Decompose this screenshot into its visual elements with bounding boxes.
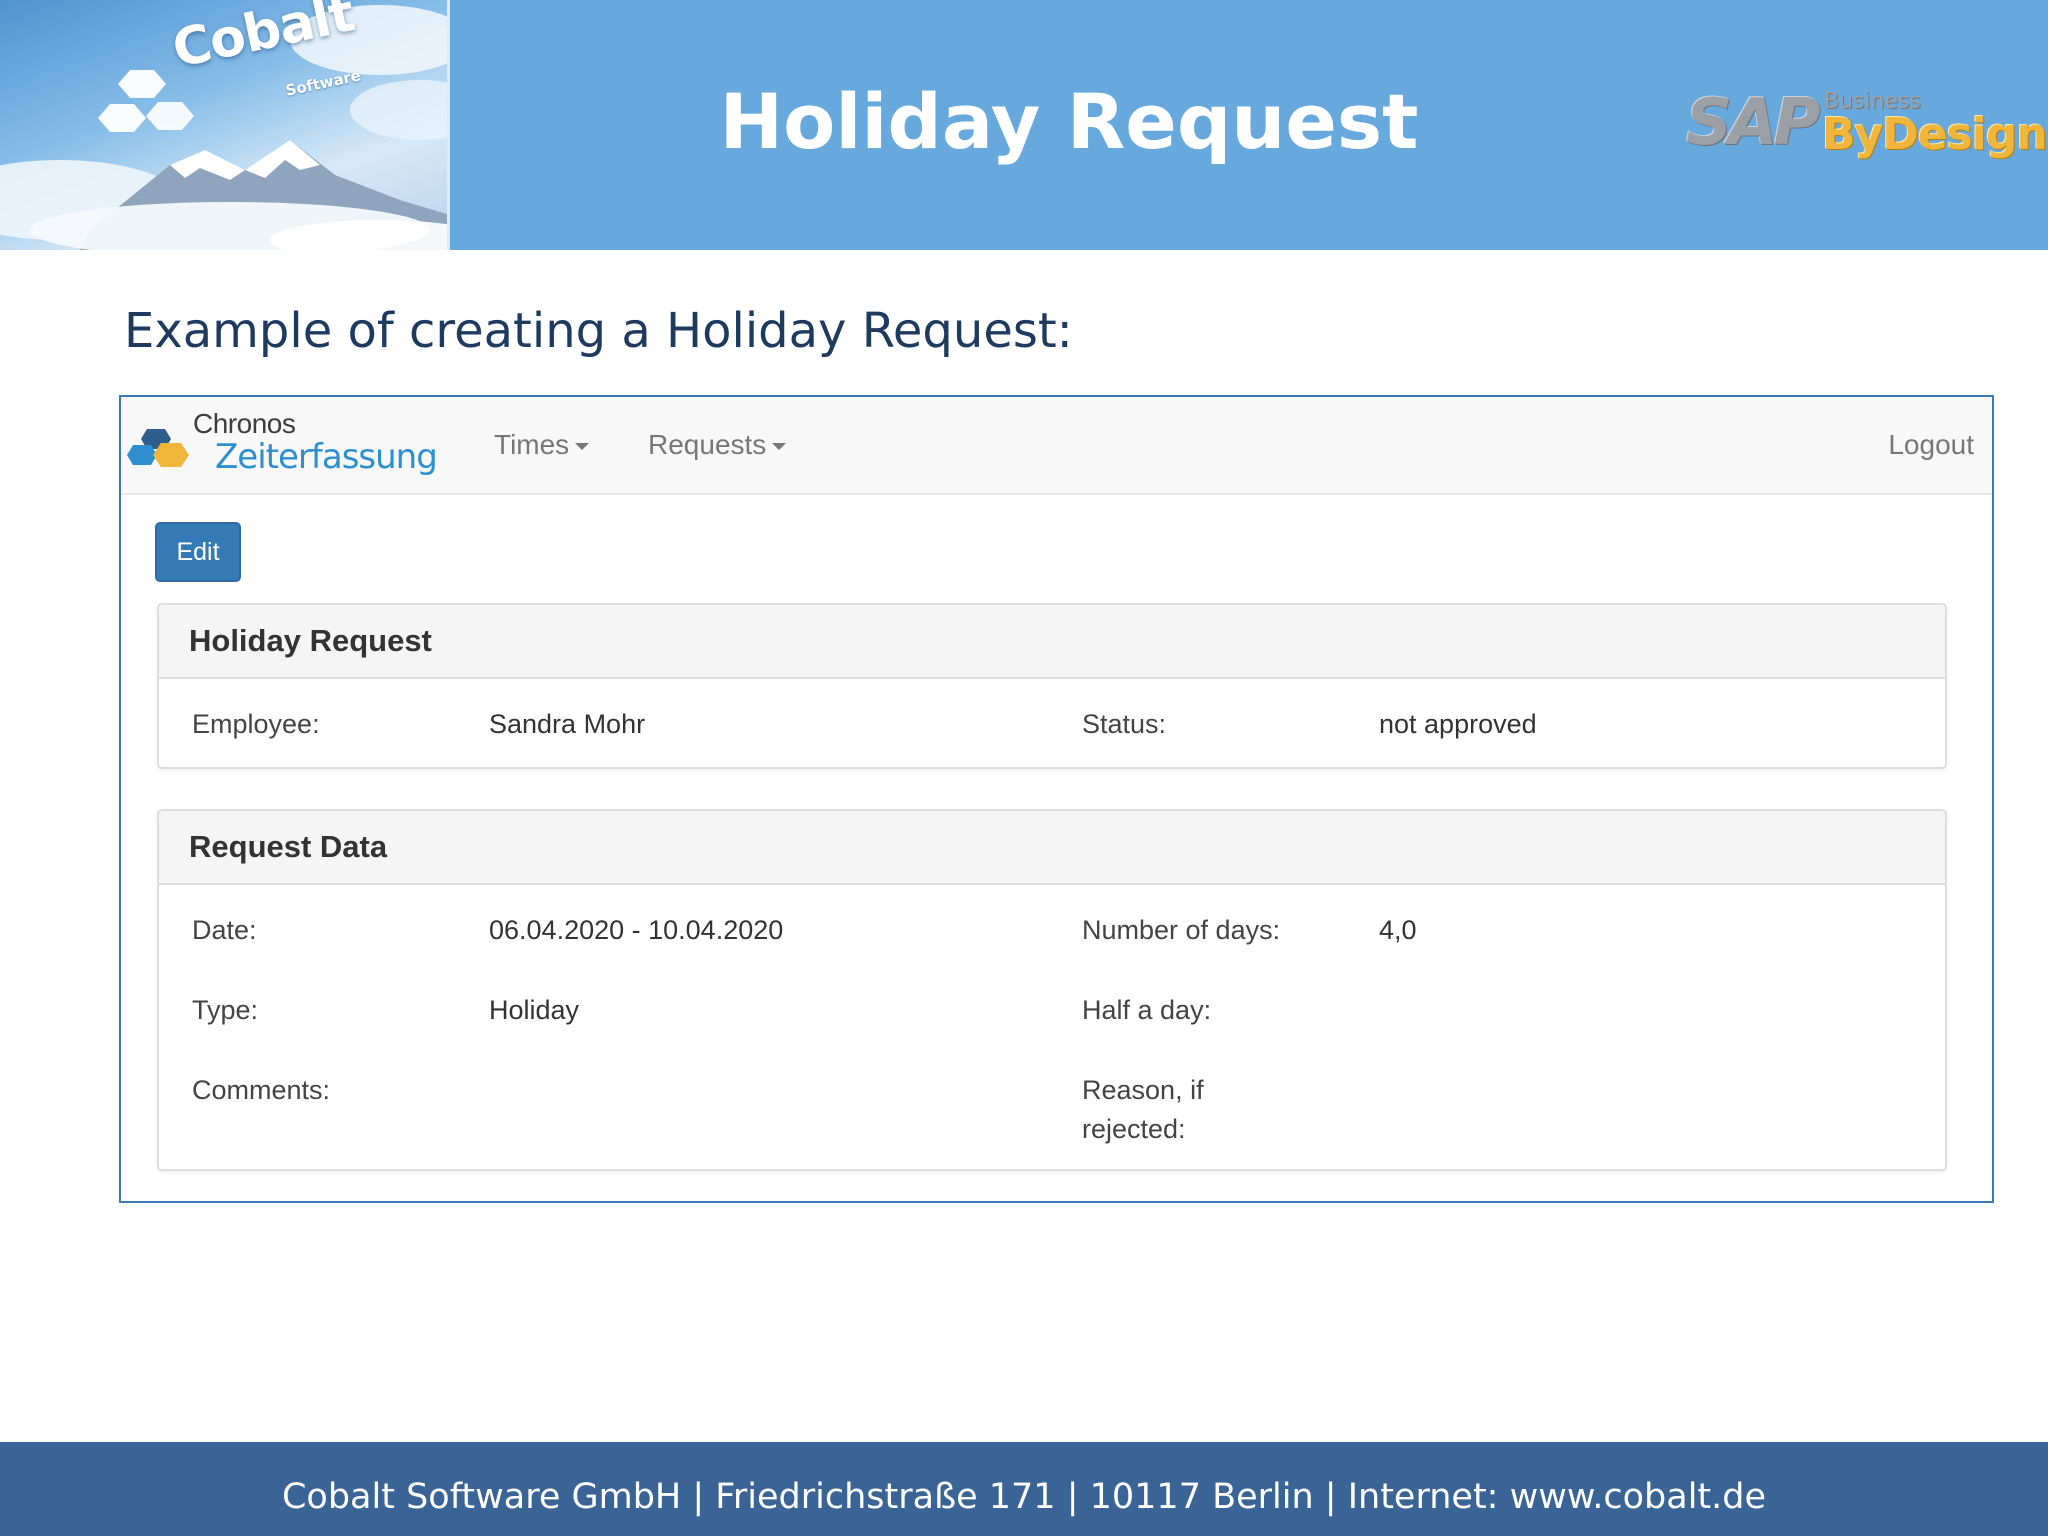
request-data-panel-title: Request Data xyxy=(159,811,1945,885)
app-screenshot-frame: Chronos Zeiterfassung Times Requests Log… xyxy=(119,395,1994,1203)
logout-link[interactable]: Logout xyxy=(1888,427,1974,463)
holiday-request-panel: Holiday Request Employee: Sandra Mohr St… xyxy=(157,603,1947,769)
number-of-days-label: Number of days: xyxy=(1082,915,1281,945)
reason-rejected-label-line1: Reason, if xyxy=(1082,1075,1204,1105)
edit-button[interactable]: Edit xyxy=(155,522,241,582)
sap-logo-text: SAP xyxy=(1686,86,1821,160)
brand-name-chronos: Chronos xyxy=(193,408,296,439)
request-data-panel: Request Data Date: 06.04.2020 - 10.04.20… xyxy=(157,809,1947,1171)
nav-times-label: Times xyxy=(494,429,570,460)
brand-name-zeiterfassung: Zeiterfassung xyxy=(215,437,438,477)
employee-label: Employee: xyxy=(192,709,320,739)
type-value: Holiday xyxy=(489,995,580,1025)
comments-label: Comments: xyxy=(192,1075,331,1105)
nav-requests-label: Requests xyxy=(648,429,767,460)
nav-times-dropdown[interactable]: Times xyxy=(494,427,590,463)
half-a-day-label: Half a day: xyxy=(1082,995,1212,1025)
employee-value: Sandra Mohr xyxy=(489,709,646,739)
slide-footer: Cobalt Software GmbH | Friedrichstraße 1… xyxy=(0,1442,2048,1536)
caret-down-icon xyxy=(772,443,787,451)
sap-bydesign-logo: SAP Business ByDesign xyxy=(1686,86,2048,168)
reason-rejected-label-line2: rejected: xyxy=(1082,1114,1186,1144)
navbar: Chronos Zeiterfassung Times Requests Log… xyxy=(121,397,1992,495)
slide-subtitle: Example of creating a Holiday Request: xyxy=(124,303,1073,359)
number-of-days-value: 4,0 xyxy=(1379,915,1417,945)
chronos-brand[interactable]: Chronos Zeiterfassung xyxy=(127,405,438,487)
nav-requests-dropdown[interactable]: Requests xyxy=(648,427,787,463)
date-label: Date: xyxy=(192,915,257,945)
status-value: not approved xyxy=(1379,709,1537,739)
status-label: Status: xyxy=(1082,709,1167,739)
request-data-panel-body: Date: 06.04.2020 - 10.04.2020 Number of … xyxy=(159,885,1945,1169)
slide-header: Cobalt Software Holiday Request SAP Busi… xyxy=(0,0,2048,250)
holiday-request-panel-body: Employee: Sandra Mohr Status: not approv… xyxy=(159,679,1945,767)
type-label: Type: xyxy=(192,995,259,1025)
sap-logo-bydesign: ByDesign xyxy=(1822,109,2048,160)
cobalt-logo-panel: Cobalt Software xyxy=(0,0,450,250)
date-value: 06.04.2020 - 10.04.2020 xyxy=(489,915,784,945)
holiday-request-panel-title: Holiday Request xyxy=(159,605,1945,679)
slide-title: Holiday Request xyxy=(719,77,1419,166)
caret-down-icon xyxy=(575,443,590,451)
